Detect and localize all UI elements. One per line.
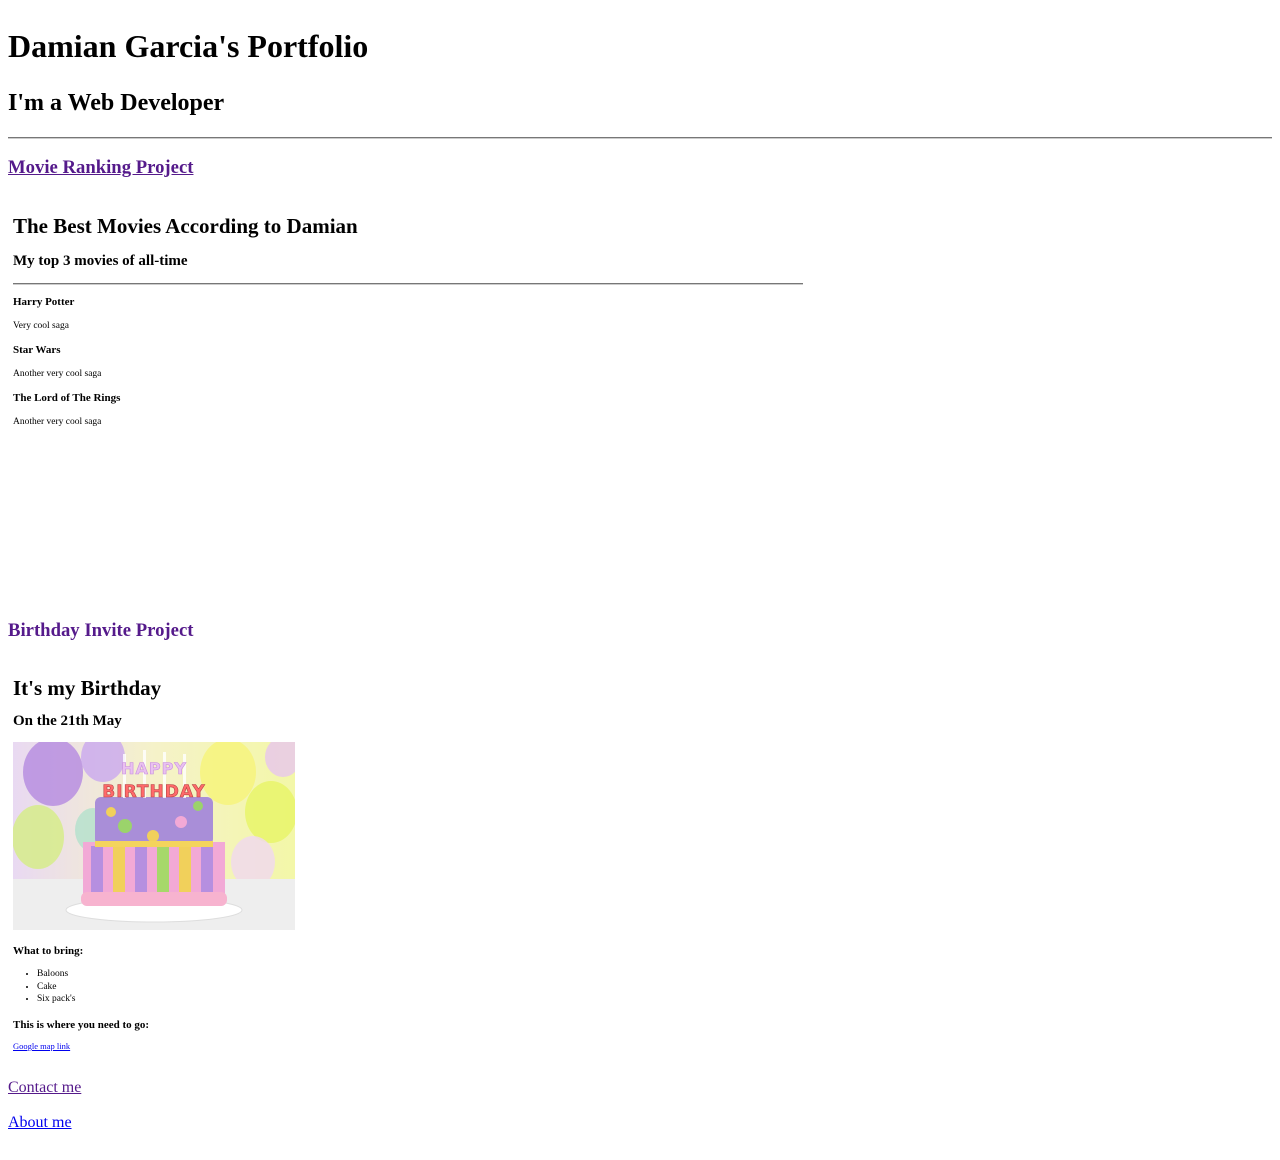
list-item: Six pack's bbox=[37, 993, 75, 1006]
bring-heading: What to bring: bbox=[13, 945, 84, 957]
divider bbox=[8, 137, 1272, 139]
movie-heading: The Best Movies According to Damian bbox=[13, 214, 358, 238]
movie-divider bbox=[13, 283, 803, 285]
movie-title-3: The Lord of The Rings bbox=[13, 392, 121, 404]
birthday-heading: It's my Birthday bbox=[13, 676, 162, 700]
bring-list: Baloons Cake Six pack's bbox=[13, 968, 75, 1006]
movie-ranking-project-link[interactable]: Movie Ranking Project bbox=[8, 157, 193, 179]
movie-title-2: Star Wars bbox=[13, 344, 61, 356]
list-item: Cake bbox=[37, 981, 75, 994]
birthday-invite-project-link[interactable]: Birthday Invite Project bbox=[8, 620, 193, 642]
movie-description-2: Another very cool saga bbox=[13, 369, 102, 379]
list-item: Baloons bbox=[37, 968, 75, 981]
movie-title-1: Harry Potter bbox=[13, 296, 75, 308]
contact-me-link[interactable]: Contact me bbox=[8, 1078, 81, 1098]
birthday-cake-image: HAPPY BIRTHDAY bbox=[13, 742, 295, 930]
movie-ranking-frame: The Best Movies According to Damian My t… bbox=[8, 196, 808, 596]
movie-description-1: Very cool saga bbox=[13, 321, 69, 331]
movie-subheading: My top 3 movies of all-time bbox=[13, 253, 188, 269]
birthday-date: On the 21th May bbox=[13, 713, 122, 729]
svg-text:HAPPY: HAPPY bbox=[121, 759, 187, 778]
google-map-link[interactable]: Google map link bbox=[13, 1041, 70, 1051]
about-me-link[interactable]: About me bbox=[8, 1113, 72, 1133]
movie-description-3: Another very cool saga bbox=[13, 417, 102, 427]
svg-text:BIRTHDAY: BIRTHDAY bbox=[102, 782, 205, 802]
birthday-invite-frame: It's my Birthday On the 21th May HAPPY B… bbox=[8, 658, 808, 1058]
page-title: Damian Garcia's Portfolio bbox=[8, 28, 369, 64]
page-subtitle: I'm a Web Developer bbox=[8, 90, 225, 116]
where-heading: This is where you need to go: bbox=[13, 1019, 150, 1031]
